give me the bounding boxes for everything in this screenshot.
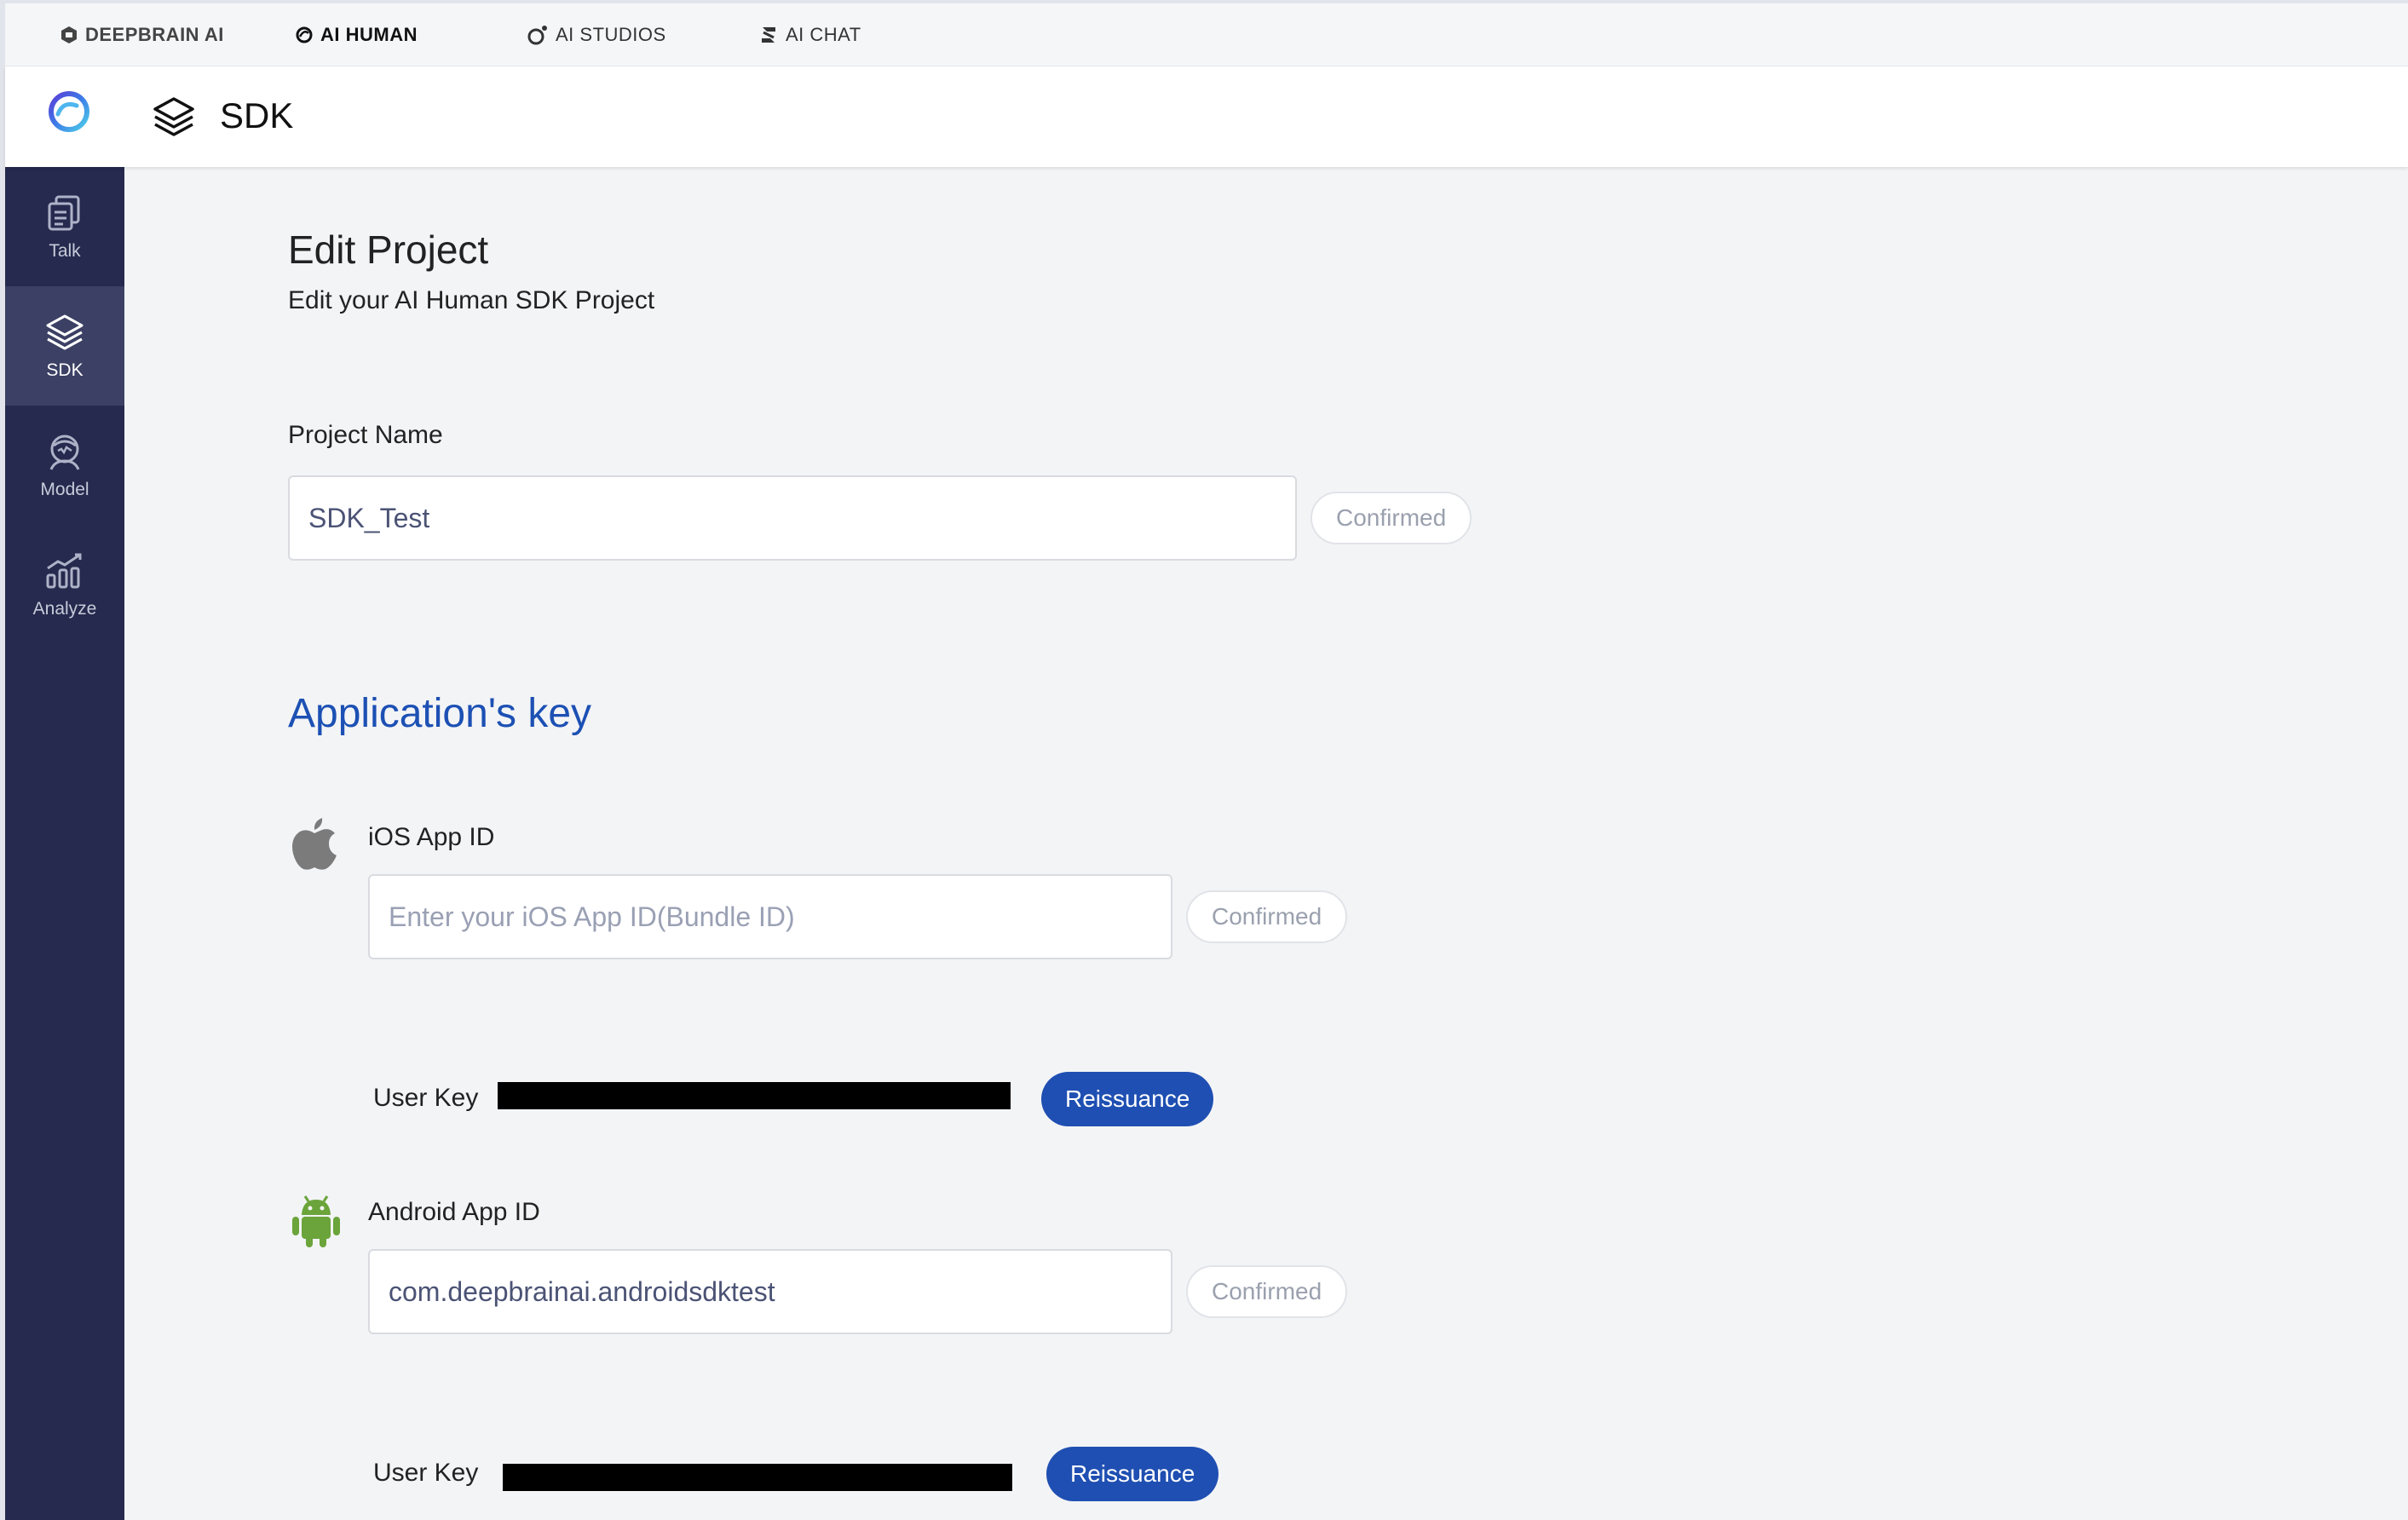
page-header-title: SDK <box>220 95 294 135</box>
analyze-icon <box>46 553 82 589</box>
topbar-aichat-label: AI CHAT <box>786 24 861 45</box>
android-confirm-button[interactable]: Confirmed <box>1186 1265 1348 1318</box>
android-user-key-redacted <box>503 1464 1012 1491</box>
sidebar-item-model[interactable]: Model <box>5 406 124 525</box>
sidebar-item-label: Talk <box>49 241 81 261</box>
talk-icon <box>48 195 80 231</box>
sidebar-item-label: Model <box>40 480 89 499</box>
ios-confirm-button[interactable]: Confirmed <box>1186 890 1348 943</box>
aistudios-logo-icon <box>527 26 547 45</box>
layers-icon <box>153 97 194 136</box>
ios-user-key-label: User Key <box>373 1084 479 1112</box>
project-name-input[interactable]: SDK_Test <box>288 475 1297 561</box>
aichat-logo-icon <box>762 27 775 43</box>
project-confirm-button[interactable]: Confirmed <box>1311 492 1472 544</box>
topbar-deepbrain-link[interactable]: DEEPBRAIN AI <box>60 3 224 66</box>
android-app-id-input[interactable]: com.deepbrainai.androidsdktest <box>368 1249 1172 1334</box>
sidebar: Talk SDK Model Analyze <box>5 167 124 1520</box>
topbar-aistudios-link[interactable]: AI STUDIOS <box>527 3 666 66</box>
topbar-deepbrain-label: DEEPBRAIN AI <box>85 24 224 45</box>
main-content: Edit Project Edit your AI Human SDK Proj… <box>124 167 2408 1520</box>
sidebar-item-label: SDK <box>46 360 84 380</box>
ios-app-id-label: iOS App ID <box>368 823 495 851</box>
topbar-aihuman-link[interactable]: AI HUMAN <box>295 3 418 66</box>
sidebar-item-label: Analyze <box>32 599 97 619</box>
app-logo-icon[interactable] <box>46 89 92 135</box>
ios-app-id-input[interactable]: Enter your iOS App ID(Bundle ID) <box>368 874 1172 959</box>
sidebar-item-talk[interactable]: Talk <box>5 167 124 286</box>
topbar-aichat-link[interactable]: AI CHAT <box>758 3 861 66</box>
sidebar-item-analyze[interactable]: Analyze <box>5 525 124 644</box>
ios-user-key-redacted <box>498 1082 1011 1109</box>
android-reissuance-button[interactable]: Reissuance <box>1046 1447 1219 1501</box>
aihuman-logo-icon <box>296 26 313 43</box>
model-icon <box>49 435 80 470</box>
topbar-aistudios-label: AI STUDIOS <box>556 24 666 45</box>
product-bar: DEEPBRAIN AI AI HUMAN AI STUDIOS AI CHAT <box>5 3 2408 66</box>
sidebar-item-sdk[interactable]: SDK <box>5 286 124 406</box>
topbar-aihuman-label: AI HUMAN <box>320 24 418 45</box>
android-user-key-label: User Key <box>373 1459 479 1487</box>
layers-icon <box>46 314 84 350</box>
app-header: SDK <box>5 66 2408 167</box>
page-title: Edit Project <box>288 227 489 272</box>
android-app-id-label: Android App ID <box>368 1198 540 1226</box>
project-name-label: Project Name <box>288 421 443 449</box>
application-key-title: Application's key <box>288 691 592 736</box>
apple-icon <box>292 818 337 870</box>
ios-reissuance-button[interactable]: Reissuance <box>1041 1072 1214 1126</box>
page-subtitle: Edit your AI Human SDK Project <box>288 286 655 314</box>
android-icon <box>292 1195 340 1247</box>
deepbrain-logo-icon <box>61 26 77 43</box>
